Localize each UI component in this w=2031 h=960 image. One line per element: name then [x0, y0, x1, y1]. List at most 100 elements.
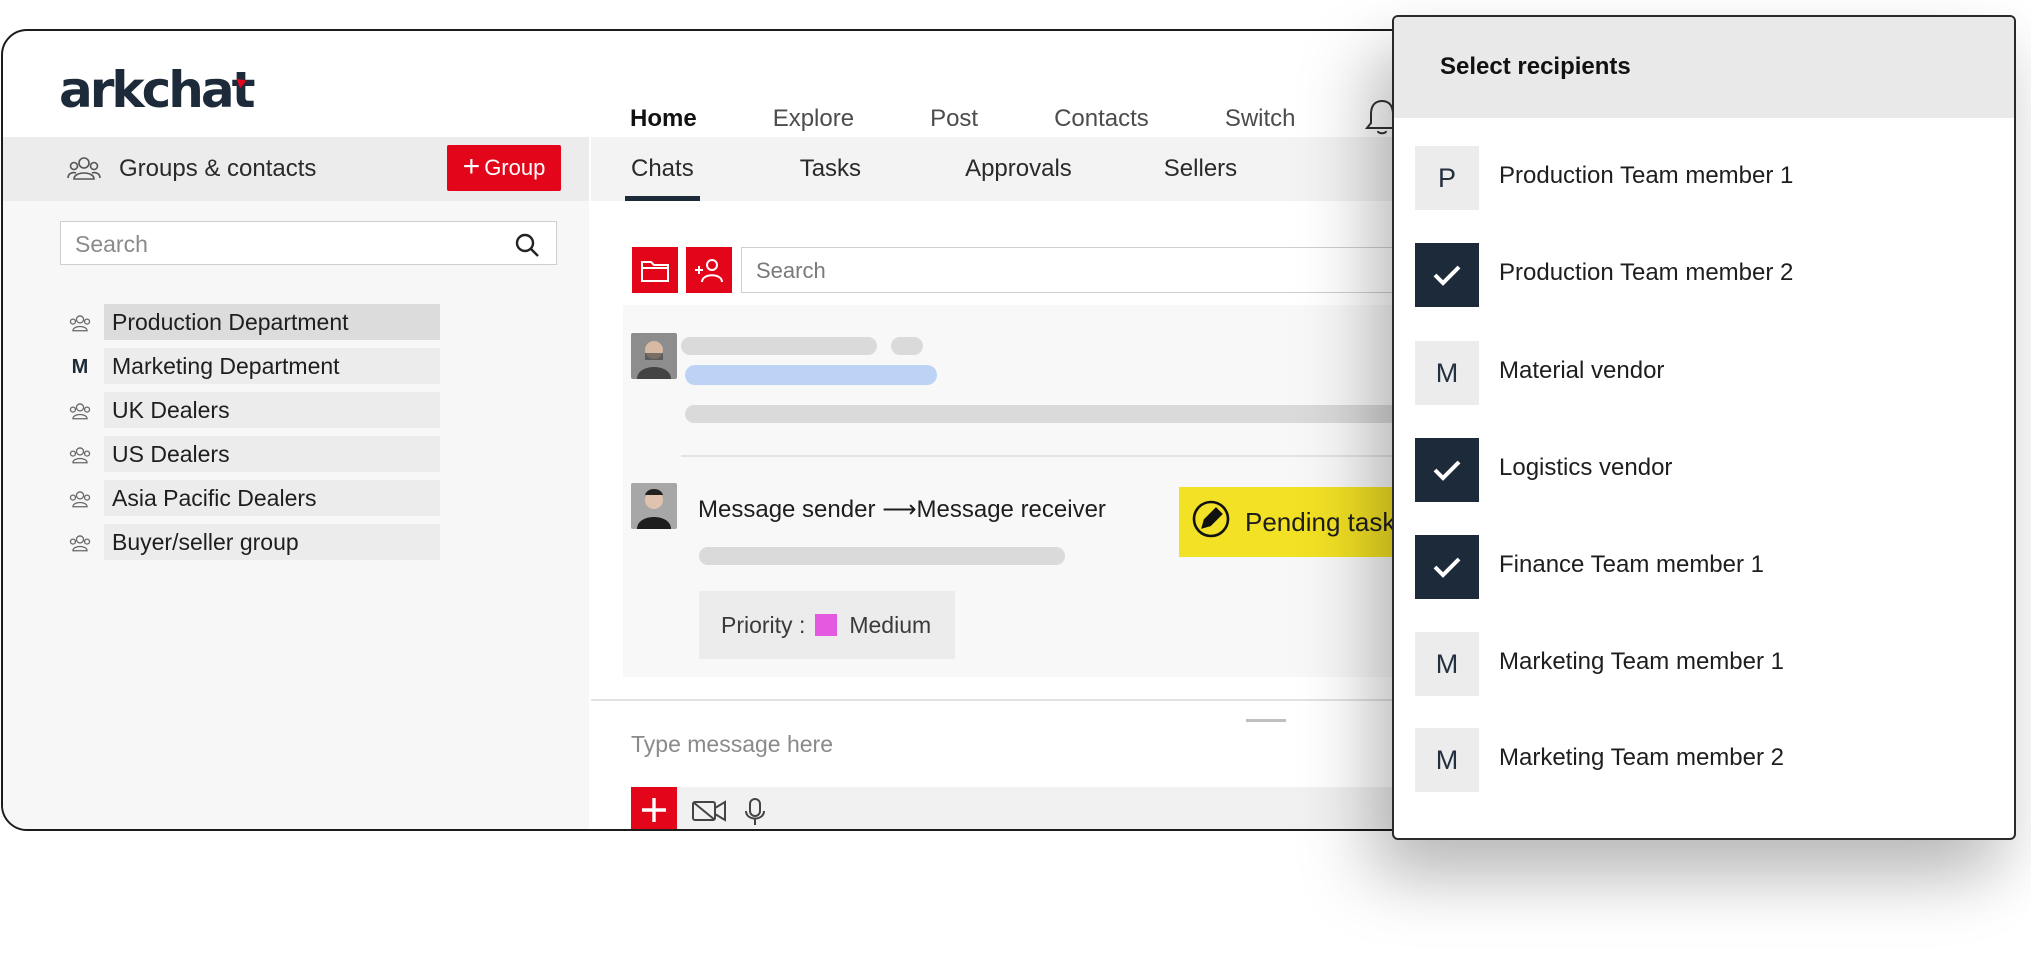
recipient-row[interactable]: Finance Team member 1 [1415, 535, 1975, 599]
recipient-name: Material vendor [1499, 357, 1665, 384]
recipient-row[interactable]: Logistics vendor [1415, 438, 1975, 502]
group-search-input[interactable]: Search [60, 221, 557, 265]
group-item-label: Asia Pacific Dealers [104, 480, 440, 516]
group-list: Production Department M Marketing Depart… [60, 301, 444, 565]
priority-value: Medium [849, 611, 932, 638]
group-item-label: UK Dealers [104, 392, 440, 428]
group-icon [67, 155, 101, 186]
recipient-name: Finance Team member 1 [1499, 551, 1765, 578]
group-icon [68, 531, 92, 555]
group-icon [68, 443, 92, 467]
arrow-right-icon: ⟶ [882, 496, 917, 523]
recipient-avatar-letter[interactable]: M [1415, 632, 1479, 696]
letter-avatar: M [71, 355, 89, 378]
folder-button[interactable] [632, 247, 678, 293]
pending-task-badge[interactable]: Pending task [1179, 487, 1411, 557]
nav-switch[interactable]: Switch [1225, 105, 1296, 133]
group-item-label: Production Department [104, 304, 440, 340]
nav-contacts[interactable]: Contacts [1054, 105, 1149, 133]
skeleton-line [685, 405, 1463, 423]
tab-sellers[interactable]: Sellers [1164, 137, 1237, 201]
checkmark-icon [1433, 557, 1461, 578]
arkchat-logo[interactable]: arkchat [59, 65, 256, 115]
plus-icon: + [462, 150, 481, 183]
edit-pencil-icon [1191, 499, 1231, 546]
group-icon [68, 487, 92, 511]
group-item-buyer-seller[interactable]: Buyer/seller group [60, 521, 444, 565]
avatar[interactable] [631, 483, 677, 529]
priority-chip: Priority : Medium [699, 591, 955, 659]
chat-search-input[interactable]: Search [741, 247, 1461, 293]
group-item-marketing[interactable]: M Marketing Department [60, 345, 444, 389]
select-recipients-modal: Select recipients P Production Team memb… [1392, 15, 2016, 840]
recipient-row[interactable]: M Marketing Team member 1 [1415, 632, 1975, 696]
group-search-placeholder: Search [75, 231, 148, 257]
recipient-name: Logistics vendor [1499, 454, 1673, 481]
recipient-name: Marketing Team member 2 [1499, 744, 1784, 771]
add-contact-button[interactable] [686, 247, 732, 293]
add-group-button[interactable]: + Group [447, 145, 561, 191]
attach-button[interactable] [631, 787, 677, 829]
skeleton-line [699, 547, 1065, 565]
microphone-icon[interactable] [743, 797, 767, 829]
priority-color-swatch [815, 614, 838, 636]
recipient-name: Marketing Team member 1 [1499, 648, 1784, 675]
recipient-row[interactable]: M Material vendor [1415, 341, 1975, 405]
group-item-production[interactable]: Production Department [60, 301, 444, 345]
chat-search-placeholder: Search [756, 258, 826, 283]
compose-divider [591, 699, 1463, 701]
message-route: Message sender ⟶Message receiver [698, 495, 1106, 524]
app-window: arkchat Home Explore Post Contacts Switc… [1, 29, 1465, 831]
recipient-avatar-letter[interactable]: P [1415, 146, 1479, 210]
recipient-avatar-letter[interactable]: M [1415, 341, 1479, 405]
checkmark-icon [1433, 265, 1461, 286]
group-item-asia-pacific[interactable]: Asia Pacific Dealers [60, 477, 444, 521]
nav-home[interactable]: Home [630, 105, 697, 133]
chat-panel: Chats Tasks Approvals Sellers Search Mes… [591, 137, 1463, 829]
pending-task-label: Pending task [1245, 506, 1396, 537]
message-input[interactable]: Type message here [631, 731, 833, 758]
tab-tasks[interactable]: Tasks [800, 137, 861, 201]
recipient-row[interactable]: P Production Team member 1 [1415, 146, 1975, 210]
nav-explore[interactable]: Explore [773, 105, 854, 133]
recipient-avatar-letter[interactable]: M [1415, 728, 1479, 792]
group-icon [68, 399, 92, 423]
plus-icon [642, 798, 666, 822]
folder-icon [641, 261, 669, 282]
recipient-checkbox-checked[interactable] [1415, 438, 1479, 502]
recipient-row[interactable]: Production Team member 2 [1415, 243, 1975, 307]
recipient-checkbox-checked[interactable] [1415, 535, 1479, 599]
top-nav: Home Explore Post Contacts Switch [630, 105, 1372, 133]
message-receiver[interactable]: Message receiver [917, 496, 1106, 523]
recipient-name: Production Team member 1 [1499, 162, 1794, 189]
message-sender[interactable]: Message sender [698, 496, 875, 523]
groups-title: Groups & contacts [119, 155, 317, 182]
resize-handle[interactable] [1246, 719, 1286, 722]
recipient-row[interactable]: M Marketing Team member 2 [1415, 728, 1975, 792]
group-icon [68, 311, 92, 335]
groups-panel: Groups & contacts + Group Search Product… [3, 137, 589, 829]
priority-label: Priority : [721, 611, 806, 638]
message-divider [681, 455, 1463, 457]
skeleton-line [891, 337, 923, 355]
modal-header: Select recipients [1394, 17, 2014, 118]
group-item-uk-dealers[interactable]: UK Dealers [60, 389, 444, 433]
group-item-us-dealers[interactable]: US Dealers [60, 433, 444, 477]
message-list: Message sender ⟶Message receiver Pending… [623, 305, 1463, 677]
video-call-icon[interactable] [691, 797, 727, 829]
recipient-name: Production Team member 2 [1499, 259, 1794, 286]
group-item-label: Buyer/seller group [104, 524, 440, 560]
checkmark-icon [1433, 460, 1461, 481]
tab-approvals[interactable]: Approvals [965, 137, 1072, 201]
tab-chats[interactable]: Chats [625, 137, 700, 201]
skeleton-link [685, 365, 937, 385]
group-item-label: US Dealers [104, 436, 440, 472]
modal-title: Select recipients [1440, 53, 1631, 80]
nav-post[interactable]: Post [930, 105, 978, 133]
group-item-label: Marketing Department [104, 348, 440, 384]
recipient-checkbox-checked[interactable] [1415, 243, 1479, 307]
avatar[interactable] [631, 333, 677, 379]
skeleton-line [681, 337, 877, 355]
add-user-icon [695, 259, 723, 283]
search-icon[interactable] [514, 232, 540, 263]
